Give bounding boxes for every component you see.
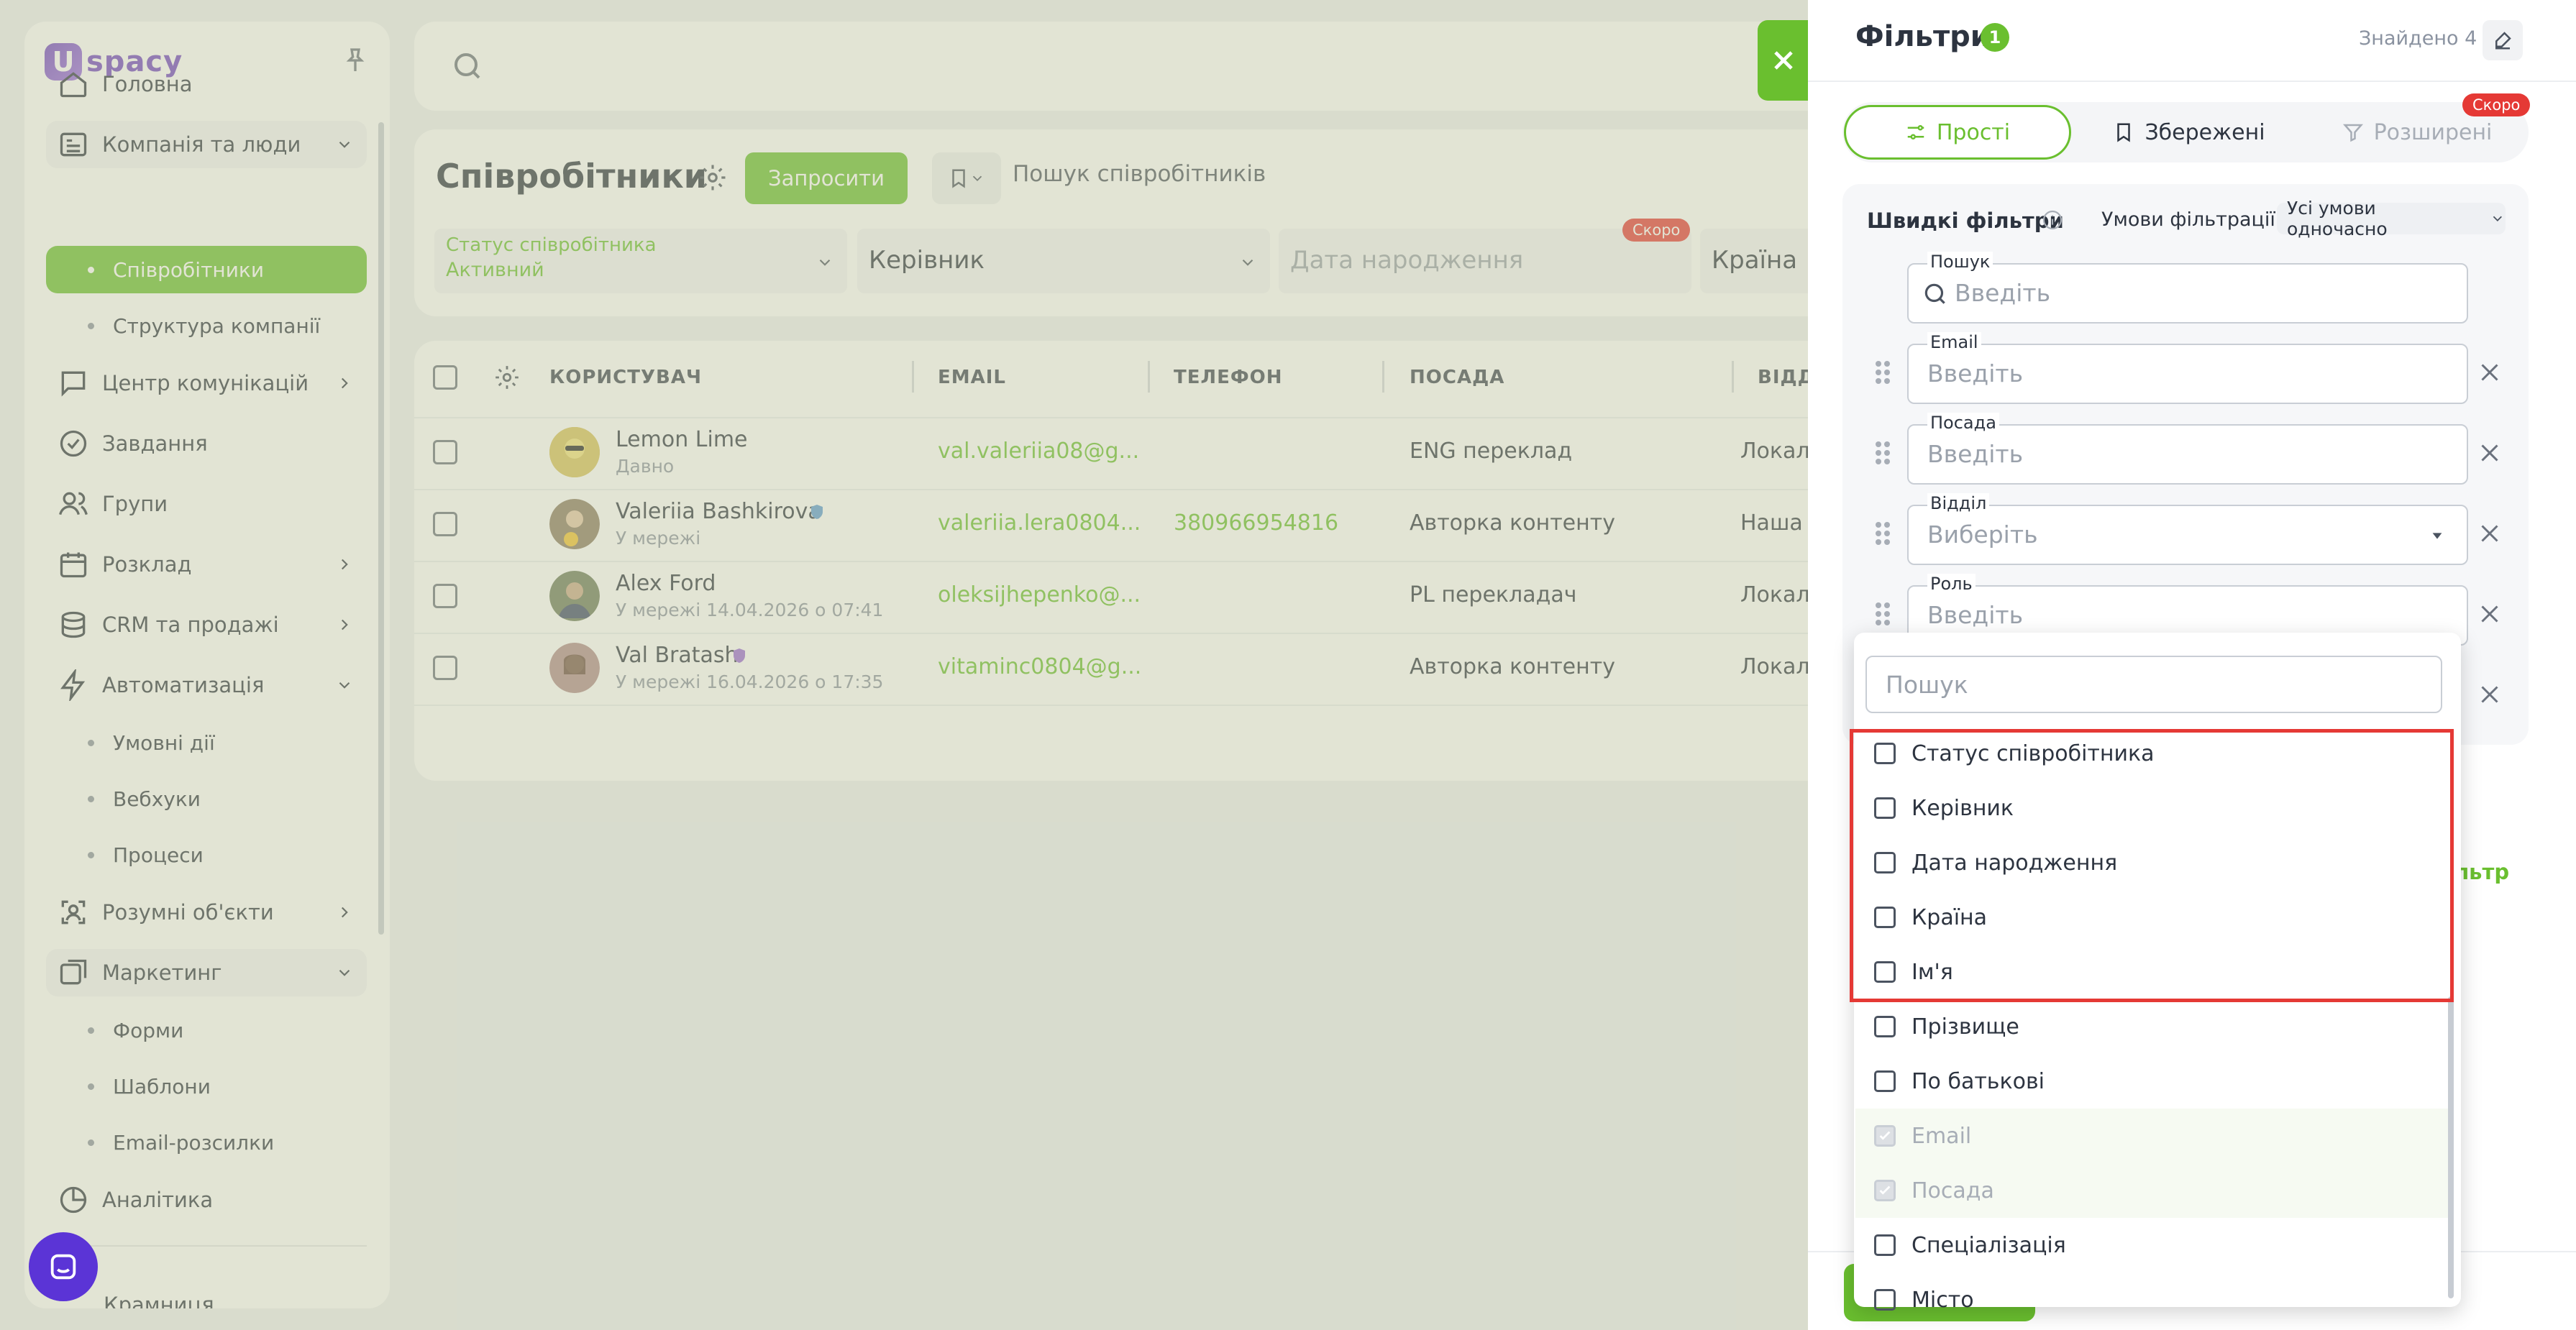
field-label: Пошук: [1927, 252, 1993, 272]
field-placeholder: Введіть: [1927, 440, 2024, 468]
tab-simple[interactable]: Прості: [1844, 105, 2071, 160]
info-icon[interactable]: [2041, 208, 2064, 231]
checkbox-icon[interactable]: [1874, 1070, 1896, 1092]
filter-conditions-value: Усі умови одночасно: [2287, 198, 2388, 239]
chat-bubble-icon: [50, 1254, 76, 1280]
remove-filter-icon[interactable]: [2477, 601, 2503, 627]
dropdown-option: Email: [1855, 1109, 2448, 1163]
panel-title: Фільтри: [1855, 20, 1991, 53]
highlight-box: [1850, 729, 2454, 1002]
field-placeholder: Введіть: [1955, 279, 2051, 307]
filter-conditions-select[interactable]: Усі умови одночасно: [2277, 198, 2506, 239]
checkbox-icon[interactable]: [1874, 1016, 1896, 1037]
quick-filter-search-input[interactable]: Введіть: [1907, 263, 2468, 324]
field-label: Посада: [1927, 413, 1999, 433]
filter-conditions-label: Умови фільтрації:: [2101, 208, 2283, 231]
dropdown-option[interactable]: Місто: [1855, 1272, 2448, 1327]
drag-handle-icon[interactable]: [1873, 600, 1893, 628]
field-label: Email: [1927, 332, 1981, 352]
tab-label: Збережені: [2145, 119, 2265, 145]
drag-handle-icon[interactable]: [1873, 439, 1893, 467]
chevron-down-icon: [2493, 216, 2503, 221]
remove-filter-icon[interactable]: [2477, 440, 2503, 466]
dropdown-option-label: По батькові: [1912, 1068, 2045, 1094]
quick-filter-department-select[interactable]: Виберіть: [1907, 505, 2468, 565]
active-filters-count-badge: 1: [1981, 23, 2009, 52]
quick-filter-position-input[interactable]: Введіть: [1907, 424, 2468, 485]
dropdown-option[interactable]: По батькові: [1855, 1054, 2448, 1109]
eraser-icon: [2495, 32, 2511, 50]
dropdown-option-label: Місто: [1912, 1287, 1974, 1313]
field-placeholder: Виберіть: [1927, 520, 2038, 549]
funnel-icon: [2342, 124, 2363, 142]
close-panel-button[interactable]: [1758, 20, 1809, 101]
modal-backdrop[interactable]: [0, 0, 1808, 1330]
clear-filters-button[interactable]: [2483, 20, 2523, 60]
dropdown-option-label: Прізвище: [1912, 1014, 2019, 1040]
field-placeholder: Введіть: [1927, 601, 2024, 629]
close-icon: [1774, 51, 1793, 70]
field-label: Роль: [1927, 574, 1976, 594]
search-icon: [1924, 283, 1945, 304]
tab-label: Розширені: [2373, 119, 2493, 145]
field-placeholder: Введіть: [1927, 359, 2024, 387]
dropdown-search-input[interactable]: Пошук: [1865, 656, 2442, 713]
results-found-count: Знайдено 4: [2359, 27, 2477, 50]
sliders-icon: [1907, 125, 1924, 139]
checkbox-icon[interactable]: [1874, 1289, 1896, 1311]
dropdown-option-label: Email: [1912, 1123, 1972, 1149]
remove-filter-icon[interactable]: [2477, 359, 2503, 385]
checkbox-checked-icon: [1874, 1125, 1896, 1147]
panel-header-divider: [1808, 81, 2576, 82]
quick-filter-email-input[interactable]: Введіть: [1907, 344, 2468, 404]
dropdown-scrollbar[interactable]: [2448, 996, 2454, 1298]
dropdown-option-label: Посада: [1912, 1178, 1994, 1203]
dropdown-option-label: Спеціалізація: [1912, 1232, 2066, 1258]
bookmark-icon: [2117, 123, 2131, 142]
dropdown-option[interactable]: Спеціалізація: [1855, 1218, 2448, 1272]
tab-saved[interactable]: Збережені: [2075, 105, 2303, 160]
caret-down-icon: [2432, 533, 2442, 539]
tab-label: Прості: [1936, 119, 2011, 145]
remove-filter-icon[interactable]: [2477, 520, 2503, 546]
checkbox-icon[interactable]: [1874, 1234, 1896, 1256]
field-label: Відділ: [1927, 493, 1990, 513]
support-chat-button[interactable]: [29, 1232, 98, 1301]
drag-handle-icon[interactable]: [1873, 358, 1893, 387]
dropdown-option[interactable]: Прізвище: [1855, 999, 2448, 1054]
checkbox-checked-icon: [1874, 1180, 1896, 1201]
soon-badge: Скоро: [2462, 93, 2531, 116]
drag-handle-icon[interactable]: [1873, 519, 1893, 548]
quick-filters-title: Швидкі фільтри: [1867, 208, 2064, 233]
dropdown-option: Посада: [1855, 1163, 2448, 1218]
remove-filter-icon[interactable]: [2477, 682, 2503, 707]
